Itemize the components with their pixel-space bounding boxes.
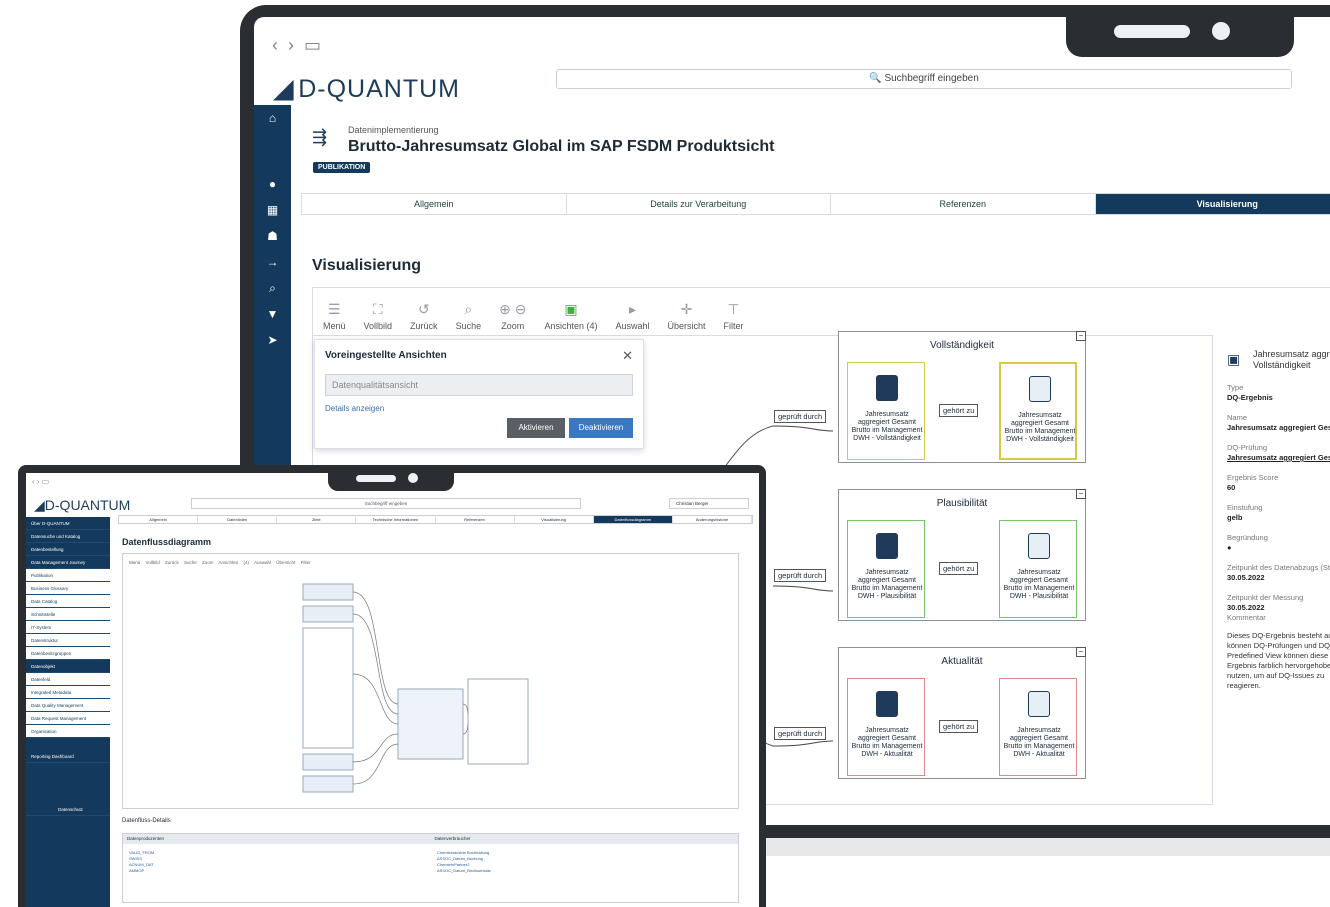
back-icon[interactable]: ‹ xyxy=(272,35,278,55)
edge-label: gehört zu xyxy=(939,562,979,575)
lineage-icon: ⇶ xyxy=(312,127,328,147)
status-badge: PUBLIKATION xyxy=(313,162,371,173)
user-menu[interactable]: Christian Berger xyxy=(669,498,749,509)
overview-button[interactable]: ✛ Übersicht xyxy=(668,301,706,331)
menu-icon: ☰ xyxy=(327,301,341,317)
result-check-icon xyxy=(1028,691,1050,717)
page-title: Datenflussdiagramm xyxy=(122,537,212,547)
zoom-button[interactable]: ⊕ ⊖ Zoom xyxy=(499,301,526,331)
search-nav-icon[interactable]: ⌕ xyxy=(254,275,291,301)
details-table: Datenproduzenten Datenverbraucher VALID_… xyxy=(122,833,739,903)
tablet-tabs: Allgemein Datenlinien Ziele Technische Info… xyxy=(118,515,753,524)
fullscreen-button[interactable]: ⛶ Vollbild xyxy=(364,301,393,331)
activate-button[interactable]: Aktivieren xyxy=(507,418,565,438)
document-icon xyxy=(876,533,898,559)
tab-references[interactable]: Referenzen xyxy=(831,194,1096,214)
tab-general[interactable]: Allgemein xyxy=(302,194,567,214)
app-logo[interactable]: ◢D-QUANTUM xyxy=(34,497,130,514)
result-icon: ▣ xyxy=(1227,351,1241,367)
zoom-icon: ⊕ ⊖ xyxy=(499,301,527,317)
tablet-frame: ‹ › ▭ ◢D-QUANTUM Suchbegriff eingeben Ch… xyxy=(18,465,766,907)
breadcrumb[interactable]: Datenimplementierung xyxy=(348,125,439,135)
result-check-icon xyxy=(1029,376,1051,402)
tab-processing-details[interactable]: Details zur Verarbeitung xyxy=(567,194,831,214)
sidebar-toggle-icon[interactable]: ▭ xyxy=(304,35,321,55)
preset-views-popup: Voreingestellte Ansichten ✕ Datenqualitä… xyxy=(314,339,644,449)
logo-text: D-QUANTUM xyxy=(298,75,460,103)
search-input[interactable]: 🔍 Suchbegriff eingeben xyxy=(556,69,1292,89)
dq-node[interactable]: Jahresumsatz aggregiert Gesamt Brutto im… xyxy=(847,362,925,460)
details-panel: ▣ Jahresumsatz aggregiert Vollständigkei… xyxy=(1212,335,1330,805)
section-title: Visualisierung xyxy=(312,257,422,274)
tablet-sidebar: Über D-QUANTUM Datensuche und Katalog Date… xyxy=(26,517,110,907)
group-title: Aktualität xyxy=(941,656,983,667)
details-link[interactable]: Details anzeigen xyxy=(325,404,384,413)
fullscreen-icon: ⛶ xyxy=(372,301,383,317)
overview-icon: ✛ xyxy=(680,301,693,317)
tab-bar: Allgemein Details zur Verarbeitung Refer… xyxy=(301,193,1330,215)
grid-icon[interactable]: ▦ xyxy=(254,197,291,223)
popup-title: Voreingestellte Ansichten xyxy=(325,350,447,361)
camera-notch xyxy=(1066,5,1294,57)
forward-icon[interactable]: › xyxy=(288,35,294,55)
filter-button[interactable]: ⊤ Filter xyxy=(724,301,744,331)
edge-label: gehört zu xyxy=(939,404,979,417)
document-icon xyxy=(876,375,898,401)
browser-nav[interactable]: ‹ › ▭ xyxy=(272,35,331,56)
globe-icon[interactable]: ● xyxy=(254,171,291,197)
logo-mark-icon: ◢ xyxy=(274,75,295,103)
view-select[interactable]: Datenqualitätsansicht xyxy=(325,374,633,396)
dq-node[interactable]: Jahresumsatz aggregiert Gesamt Brutto im… xyxy=(847,678,925,776)
comment-text: Dieses DQ-Ergebnis besteht aus … können … xyxy=(1227,631,1330,690)
dq-group-plausibility[interactable]: − Plausibilität Jahresumsatz aggregiert … xyxy=(838,489,1086,621)
rocket-icon[interactable]: ➤ xyxy=(254,327,291,353)
menu-button[interactable]: ☰ Menü xyxy=(323,301,346,331)
dataflow-canvas[interactable]: Menü Vollbild Zurück Suche Zoom Ansichte… xyxy=(122,553,739,809)
col-header: Datenproduzenten xyxy=(123,834,431,844)
group-title: Plausibilität xyxy=(936,498,988,509)
arrow-icon[interactable]: → xyxy=(254,249,291,275)
panel-header: Jahresumsatz aggregiert Vollständigkeit xyxy=(1253,349,1330,370)
search-button[interactable]: ⌕ Suche xyxy=(456,301,482,331)
deactivate-button[interactable]: Deaktivieren xyxy=(569,418,633,438)
edge-label: gehört zu xyxy=(939,720,979,733)
dq-result-node[interactable]: Jahresumsatz aggregiert Gesamt Brutto im… xyxy=(999,520,1077,618)
camera-notch xyxy=(328,465,454,491)
views-icon: ▣ xyxy=(564,301,578,317)
tab-visualization[interactable]: Visualisierung xyxy=(1095,194,1330,214)
dq-result-node[interactable]: Jahresumsatz aggregiert Gesamt Brutto im… xyxy=(999,362,1077,460)
dq-node[interactable]: Jahresumsatz aggregiert Gesamt Brutto im… xyxy=(847,520,925,618)
page-title: Brutto-Jahresumsatz Global im SAP FSDM P… xyxy=(348,138,775,155)
search-placeholder: Suchbegriff eingeben xyxy=(884,73,979,84)
group-title: Vollständigkeit xyxy=(930,340,994,351)
views-button[interactable]: ▣ Ansichten (4) xyxy=(544,301,597,331)
edge-label: geprüft durch xyxy=(774,410,827,423)
edge-label: geprüft durch xyxy=(774,727,827,740)
dq-result-node[interactable]: Jahresumsatz aggregiert Gesamt Brutto im… xyxy=(999,678,1077,776)
close-icon[interactable]: ✕ xyxy=(622,348,633,364)
result-check-icon xyxy=(1028,533,1050,559)
details-title: Datenfluss-Details xyxy=(122,818,171,824)
users-icon[interactable]: ☗ xyxy=(254,223,291,249)
cart-icon[interactable]: ▼ xyxy=(254,301,291,327)
app-logo[interactable]: ◢D-QUANTUM xyxy=(274,74,460,104)
document-icon xyxy=(876,691,898,717)
edge-label: geprüft durch xyxy=(774,569,827,582)
undo-icon: ↺ xyxy=(417,301,430,317)
home-icon[interactable]: ⌂ xyxy=(254,105,291,131)
browser-nav[interactable]: ‹ › ▭ xyxy=(32,477,49,486)
back-button[interactable]: ↺ Zurück xyxy=(410,301,438,331)
select-button[interactable]: ▸ Auswahl xyxy=(615,301,649,331)
tablet-screen: ‹ › ▭ ◢D-QUANTUM Suchbegriff eingeben Ch… xyxy=(26,473,759,907)
dataflow-graph xyxy=(302,583,529,793)
dq-group-timeliness[interactable]: − Aktualität Jahresumsatz aggregiert Ges… xyxy=(838,647,1086,779)
col-header: Datenverbraucher xyxy=(430,834,738,844)
search-input[interactable]: Suchbegriff eingeben xyxy=(191,498,581,509)
dq-group-completeness[interactable]: − Vollständigkeit Jahresumsatz aggregier… xyxy=(838,331,1086,463)
pointer-icon: ▸ xyxy=(628,301,637,317)
filter-icon: ⊤ xyxy=(727,301,740,317)
diagram-toolbar: ☰ Menü ⛶ Vollbild ↺ Zurück ⌕ Suche ⊕ ⊖ Zoom ▣… xyxy=(312,287,1330,335)
magnifier-icon: ⌕ xyxy=(464,301,473,317)
